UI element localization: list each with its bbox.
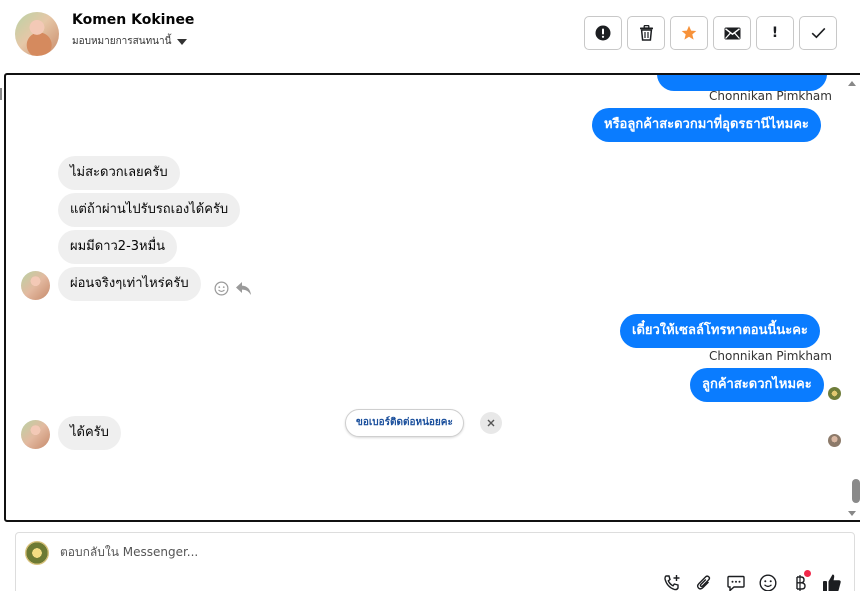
mark-spam-button[interactable] bbox=[584, 16, 622, 50]
scroll-up-arrow[interactable] bbox=[848, 81, 856, 86]
emoji-button[interactable] bbox=[758, 573, 778, 591]
message-bubble-outgoing[interactable]: เดี๋ยวให้เซลล์โทรหาตอนนี้นะคะ bbox=[620, 314, 820, 348]
message-bubble-incoming[interactable]: ได้ครับ bbox=[58, 416, 121, 450]
message-bubble-incoming[interactable]: แต่ถ้าผ่านไปรับรถเองได้ครับ bbox=[58, 193, 241, 227]
contact-avatar-small[interactable] bbox=[21, 271, 50, 300]
mark-unread-button[interactable] bbox=[713, 16, 751, 50]
like-icon bbox=[823, 574, 841, 591]
scrollbar-thumb[interactable] bbox=[852, 479, 860, 503]
alert-circle-icon bbox=[595, 25, 611, 41]
sender-name: Chonnikan Pimkham bbox=[709, 349, 832, 363]
message-bubble-outgoing[interactable]: หรือลูกค้าสะดวกมาที่อุดรธานีไหมคะ bbox=[592, 108, 821, 142]
emoji-icon bbox=[759, 574, 777, 591]
emoji-react-icon[interactable] bbox=[214, 281, 229, 296]
composer-toolbar bbox=[662, 570, 842, 591]
notification-dot bbox=[804, 570, 811, 577]
quick-reply-chip[interactable]: ขอเบอร์ติดต่อหน่อยคะ bbox=[345, 409, 464, 437]
message-bubble-incoming[interactable]: ไม่สะดวกเลยครับ bbox=[58, 156, 180, 190]
attach-button[interactable] bbox=[694, 573, 714, 591]
message-actions bbox=[214, 281, 252, 296]
star-icon bbox=[681, 25, 697, 40]
assign-label: มอบหมายการสนทนานี้ bbox=[72, 36, 172, 47]
sender-name: Chonnikan Pimkham bbox=[709, 89, 832, 103]
close-icon bbox=[487, 419, 495, 427]
conversation-header: Komen Kokinee มอบหมายการสนทนานี้ ! bbox=[0, 0, 860, 70]
message-bubble-incoming[interactable]: ผ่อนจริงๆเท่าไหร่ครับ bbox=[58, 267, 201, 301]
check-icon bbox=[811, 27, 825, 39]
exclamation-icon: ! bbox=[771, 25, 779, 41]
seen-indicator-avatar bbox=[828, 434, 841, 447]
payment-button[interactable] bbox=[790, 570, 811, 591]
like-button[interactable] bbox=[822, 573, 842, 591]
follow-up-button[interactable]: ! bbox=[756, 16, 794, 50]
caret-down-icon bbox=[177, 38, 188, 45]
page-avatar bbox=[25, 541, 49, 565]
saved-replies-button[interactable] bbox=[726, 573, 746, 591]
reply-input[interactable] bbox=[60, 545, 560, 559]
quick-reply-close-button[interactable] bbox=[480, 412, 502, 434]
mail-icon bbox=[724, 27, 740, 39]
scroll-down-arrow[interactable] bbox=[848, 511, 856, 516]
message-bubble-outgoing[interactable]: ลูกค้าสะดวกไหมคะ bbox=[690, 368, 824, 402]
trash-icon bbox=[639, 25, 653, 41]
assign-conversation-dropdown[interactable]: มอบหมายการสนทนานี้ bbox=[72, 34, 188, 49]
reply-composer bbox=[15, 532, 855, 591]
reply-arrow-icon[interactable] bbox=[235, 281, 252, 296]
message-bubble-incoming[interactable]: ผมมีดาว2-3หมื่น bbox=[58, 230, 178, 264]
contact-avatar[interactable] bbox=[15, 12, 59, 56]
phone-add-icon bbox=[664, 575, 680, 591]
star-button[interactable] bbox=[670, 16, 708, 50]
left-edge-marker bbox=[0, 88, 2, 100]
call-button[interactable] bbox=[662, 573, 682, 591]
contact-name[interactable]: Komen Kokinee bbox=[72, 12, 194, 28]
delete-button[interactable] bbox=[627, 16, 665, 50]
mark-done-button[interactable] bbox=[799, 16, 837, 50]
saved-reply-icon bbox=[727, 575, 745, 591]
conversation-toolbar: ! bbox=[584, 16, 837, 50]
seen-indicator-avatar bbox=[828, 387, 841, 400]
paperclip-icon bbox=[696, 575, 711, 590]
message-thread[interactable]: Chonnikan Pimkham หรือลูกค้าสะดวกมาที่อุ… bbox=[4, 73, 860, 522]
contact-avatar-small[interactable] bbox=[21, 420, 50, 449]
